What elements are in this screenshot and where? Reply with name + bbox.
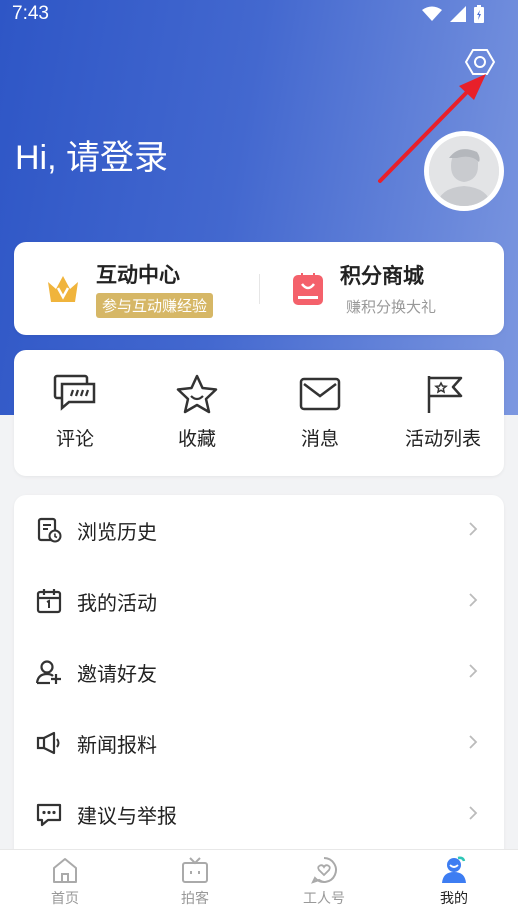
menu-item-browse-history[interactable]: 浏览历史: [14, 495, 504, 565]
mail-icon: [299, 377, 341, 411]
battery-icon: [474, 5, 484, 23]
comment-label: 评论: [55, 428, 94, 450]
default-avatar-icon: [429, 136, 499, 206]
chevron-right-icon: [469, 806, 478, 820]
menu-item-label: 建议与举报: [77, 803, 177, 828]
wifi-icon: [422, 6, 442, 21]
tab-mine[interactable]: 我的: [404, 856, 504, 908]
shopping-bag-icon: [293, 272, 323, 305]
status-time: 7:43: [12, 3, 49, 24]
status-icons: [422, 5, 484, 23]
feedback-icon: [36, 803, 62, 827]
menu-item-label: 浏览历史: [77, 519, 157, 544]
chevron-right-icon: [469, 735, 478, 749]
chevron-right-icon: [469, 593, 478, 607]
flag-icon: [427, 376, 463, 413]
menu-item-my-activities[interactable]: 我的活动: [14, 566, 504, 636]
tv-icon: [182, 857, 208, 883]
points-mall-title: 积分商城: [340, 264, 424, 288]
divider: [259, 274, 260, 304]
interaction-center-button[interactable]: 互动中心 参与互动赚经验: [46, 242, 214, 335]
history-icon: [37, 517, 62, 543]
chevron-right-icon: [469, 664, 478, 678]
megaphone-icon: [36, 731, 60, 755]
menu-item-news-tips[interactable]: 新闻报料: [14, 708, 504, 778]
settings-hexagon-icon: [465, 49, 495, 75]
quick-actions-card: 评论 收藏 消息 活动列表: [14, 350, 504, 476]
menu-item-suggestions-report[interactable]: 建议与举报: [14, 779, 504, 849]
comment-button[interactable]: 评论: [14, 374, 136, 451]
activity-list-button[interactable]: 活动列表: [382, 374, 504, 451]
activity-list-label: 活动列表: [404, 428, 481, 450]
calendar-icon: [36, 589, 62, 614]
favorites-label: 收藏: [177, 428, 216, 450]
points-mall-subtitle: 赚积分换大礼: [346, 298, 437, 316]
chevron-right-icon: [469, 522, 478, 536]
tab-label: 首页: [51, 891, 79, 907]
menu-item-label: 邀请好友: [77, 661, 157, 686]
home-icon: [53, 858, 77, 883]
profile-icon: [442, 856, 466, 883]
messages-label: 消息: [300, 428, 339, 450]
interaction-center-title: 互动中心: [96, 263, 180, 287]
favorites-button[interactable]: 收藏: [136, 374, 258, 451]
add-user-icon: [36, 660, 61, 685]
avatar[interactable]: [424, 131, 504, 211]
tab-home[interactable]: 首页: [15, 856, 115, 908]
star-icon: [176, 374, 218, 414]
crown-icon: [48, 275, 78, 302]
tab-workers[interactable]: 工人号: [274, 856, 374, 908]
tab-label: 工人号: [303, 891, 345, 907]
menu-list: 浏览历史 我的活动 邀请好友 新闻报料 建议与举报: [14, 495, 504, 855]
comment-icon: [53, 374, 96, 411]
tab-label: 我的: [440, 891, 468, 907]
heart-chat-icon: [311, 857, 337, 884]
points-mall-button[interactable]: 积分商城 赚积分换大礼: [292, 242, 436, 335]
features-card: 互动中心 参与互动赚经验 积分商城 赚积分换大礼: [14, 242, 504, 335]
menu-item-label: 我的活动: [77, 590, 157, 615]
messages-button[interactable]: 消息: [259, 374, 381, 451]
bottom-tab-bar: 首页 拍客 工人号 我的: [0, 849, 518, 921]
login-greeting[interactable]: Hi, 请登录: [15, 130, 168, 179]
menu-item-invite-friends[interactable]: 邀请好友: [14, 637, 504, 707]
signal-icon: [450, 6, 466, 22]
settings-button[interactable]: [462, 44, 498, 80]
interaction-center-subtitle: 参与互动赚经验: [96, 293, 214, 318]
menu-item-label: 新闻报料: [77, 732, 157, 757]
status-bar: 7:43: [0, 0, 518, 30]
tab-label: 拍客: [181, 891, 209, 907]
tab-paike[interactable]: 拍客: [145, 856, 245, 908]
